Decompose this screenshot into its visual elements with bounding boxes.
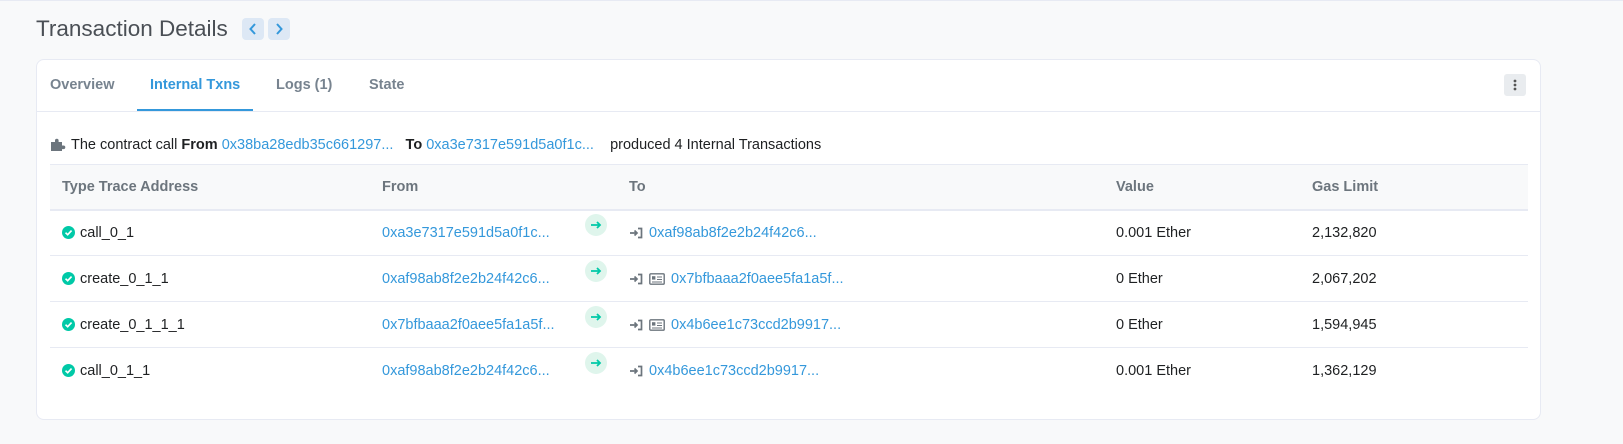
arrow-right-icon — [591, 266, 602, 275]
chevron-left-icon — [248, 23, 256, 35]
trace-type: create_0_1_1 — [80, 270, 169, 287]
table-row: create_0_1_1_1 0x7bfbaaa2f0aee5fa1a5f... 0… — [50, 301, 1528, 348]
summary-to-address[interactable]: 0xa3e7317e591d5a0f1c... — [426, 137, 594, 153]
from-cell: 0x7bfbaaa2f0aee5fa1a5f... — [370, 301, 617, 348]
transaction-card: Overview Internal Txns Logs (1) State Th… — [36, 59, 1541, 420]
contract-icon — [649, 272, 665, 285]
direction-badge — [585, 259, 607, 282]
arrow-right-icon — [591, 312, 602, 321]
direction-badge — [585, 305, 607, 328]
gas-limit-cell: 1,362,129 — [1312, 362, 1377, 379]
tab-overview[interactable]: Overview — [50, 60, 115, 111]
direction-badge — [585, 351, 607, 374]
trace-type: call_0_1_1 — [80, 362, 151, 379]
value-cell: 0 Ether — [1104, 255, 1300, 302]
table-row: call_0_1 0xa3e7317e591d5a0f1c... 0xaf98ab8… — [50, 209, 1528, 256]
header-from: From — [370, 164, 617, 211]
from-cell: 0xa3e7317e591d5a0f1c... — [370, 209, 617, 256]
direction-badge — [585, 213, 607, 236]
summary-suffix: produced 4 Internal Transactions — [610, 137, 822, 153]
summary-from-label: From — [181, 137, 218, 153]
header-gas-limit: Gas Limit — [1300, 164, 1528, 211]
success-check-icon — [62, 226, 75, 240]
value-cell: 0 Ether — [1104, 301, 1300, 348]
value-cell: 0.001 Ether — [1116, 362, 1191, 379]
more-options-button[interactable] — [1504, 74, 1526, 96]
top-border — [0, 0, 1623, 1]
to-address-link[interactable]: 0xaf98ab8f2e2b24f42c6... — [649, 225, 817, 241]
trace-type: create_0_1_1_1 — [80, 316, 185, 333]
internal-transactions-table: Type Trace Address From To Value Gas Lim… — [50, 164, 1528, 394]
chevron-right-icon — [276, 23, 283, 35]
header-value: Value — [1104, 164, 1300, 211]
gas-limit-cell: 2,132,820 — [1300, 209, 1528, 256]
type-cell: create_0_1_1 — [50, 255, 370, 302]
puzzle-icon — [51, 138, 66, 151]
from-address-link[interactable]: 0xa3e7317e591d5a0f1c... — [382, 225, 550, 241]
from-address-link[interactable]: 0xaf98ab8f2e2b24f42c6... — [382, 271, 550, 287]
summary-prefix: The contract call — [71, 137, 178, 153]
summary-from-address[interactable]: 0x38ba28edb35c661297... — [222, 137, 394, 153]
to-address-link[interactable]: 0x4b6ee1c73ccd2b9917... — [671, 317, 841, 333]
header-type-trace-address: Type Trace Address — [50, 164, 370, 211]
from-address-link[interactable]: 0xaf98ab8f2e2b24f42c6... — [382, 363, 550, 379]
to-address-link[interactable]: 0x7bfbaaa2f0aee5fa1a5f... — [671, 271, 844, 287]
to-cell: 0x4b6ee1c73ccd2b9917... — [617, 301, 1104, 348]
sign-in-icon — [630, 319, 643, 330]
contract-icon — [649, 318, 665, 331]
trace-type: call_0_1 — [80, 224, 135, 241]
to-address-link[interactable]: 0x4b6ee1c73ccd2b9917... — [649, 363, 819, 379]
prev-transaction-button[interactable] — [241, 18, 264, 40]
success-check-icon — [62, 272, 75, 285]
table-header-row: Type Trace Address From To Value Gas Lim… — [50, 164, 1528, 211]
arrow-right-icon — [591, 221, 602, 229]
sign-in-icon — [630, 273, 643, 284]
header-to: To — [617, 164, 1104, 211]
table-row: create_0_1_1 0xaf98ab8f2e2b24f42c6... 0x7b… — [50, 255, 1528, 302]
from-address-link[interactable]: 0x7bfbaaa2f0aee5fa1a5f... — [382, 317, 555, 333]
summary-to-label: To — [405, 137, 423, 153]
gas-limit-cell: 1,594,945 — [1300, 301, 1528, 348]
tab-state[interactable]: State — [369, 60, 404, 111]
gas-limit-cell: 2,067,202 — [1300, 255, 1528, 302]
success-check-icon — [62, 364, 75, 378]
sign-in-icon — [630, 227, 643, 239]
arrow-right-icon — [591, 359, 602, 367]
from-cell: 0xaf98ab8f2e2b24f42c6... — [370, 255, 617, 302]
table-row: call_0_1_1 0xaf98ab8f2e2b24f42c6... 0x4b6e… — [50, 348, 1528, 394]
type-cell: create_0_1_1_1 — [50, 301, 370, 348]
success-check-icon — [62, 318, 75, 331]
value-cell: 0.001 Ether — [1104, 209, 1300, 256]
sign-in-icon — [630, 365, 643, 377]
to-cell: 0xaf98ab8f2e2b24f42c6... — [617, 209, 1104, 256]
internal-tx-summary: The contract call From 0x38ba28edb35c661… — [50, 134, 821, 156]
page-title: Transaction Details — [36, 16, 228, 41]
tab-internal-txns[interactable]: Internal Txns — [137, 60, 254, 111]
tab-logs[interactable]: Logs (1) — [276, 60, 332, 111]
kebab-icon — [1513, 79, 1517, 91]
page-header: Transaction Details — [36, 16, 290, 42]
type-cell: call_0_1_1 — [50, 348, 370, 394]
to-cell: 0x7bfbaaa2f0aee5fa1a5f... — [617, 255, 1104, 302]
to-cell: 0x4b6ee1c73ccd2b9917... — [617, 348, 1104, 394]
tab-bar: Overview Internal Txns Logs (1) State — [37, 60, 1540, 112]
type-cell: call_0_1 — [50, 209, 370, 256]
next-transaction-button[interactable] — [267, 18, 290, 40]
from-cell: 0xaf98ab8f2e2b24f42c6... — [370, 348, 617, 394]
